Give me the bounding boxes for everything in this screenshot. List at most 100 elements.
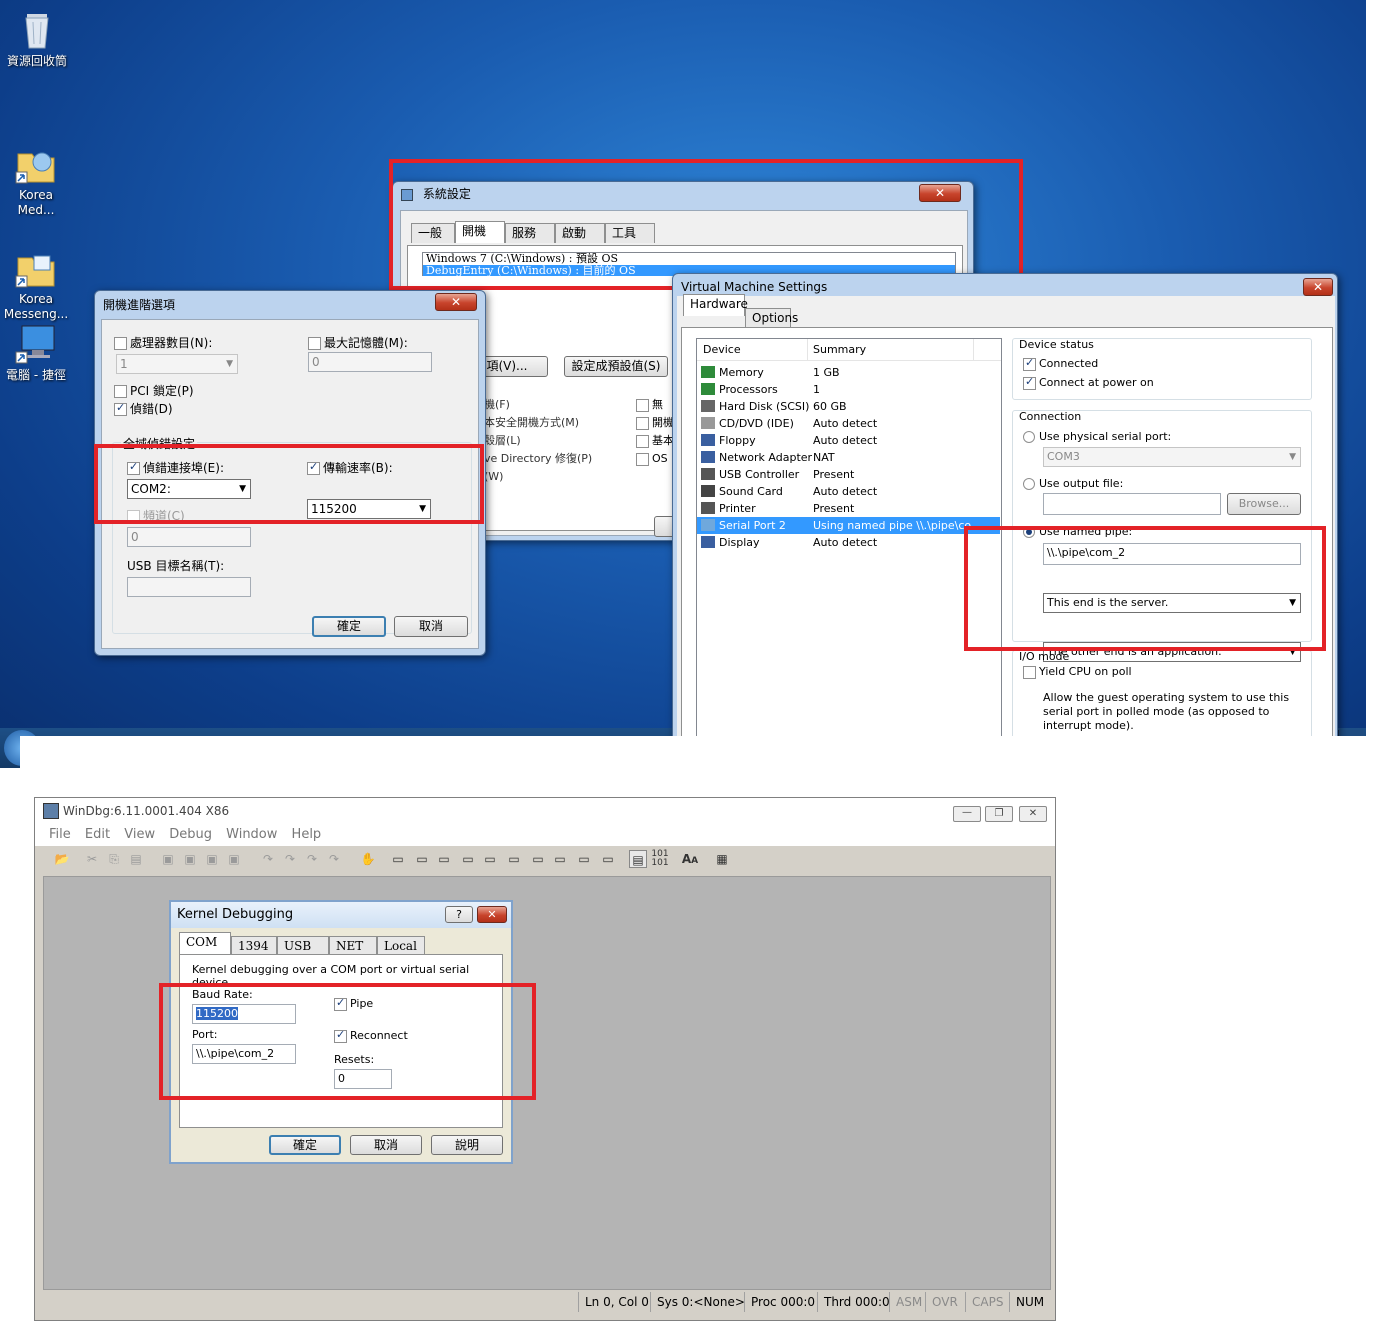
physical-port-radio[interactable] [1023,431,1035,443]
break-icon[interactable]: ▣ [225,850,243,868]
step-out-icon[interactable]: ↷ [303,850,321,868]
restart-icon[interactable]: ▣ [181,850,199,868]
device-row[interactable]: Network Adapter NAT [697,449,1000,466]
device-row[interactable]: USB Controller Present [697,466,1000,483]
step-over-icon[interactable]: ↷ [281,850,299,868]
channel-spinner[interactable]: 0 [127,527,251,547]
source-mode-icon[interactable]: ▭ [599,850,617,868]
output-file-radio[interactable] [1023,478,1035,490]
copy-icon[interactable]: ⎘ [105,850,123,868]
tab-usb[interactable]: USB 2.0 [277,936,329,972]
menu-view[interactable]: View [124,827,155,842]
options-icon[interactable]: ▦ [713,850,731,868]
restore-button[interactable]: ❐ [985,806,1013,822]
pci-lock-checkbox[interactable] [114,385,127,398]
close-button[interactable]: ✕ [435,293,477,311]
device-row[interactable]: Display Auto detect [697,534,1000,551]
connect-at-power-on-checkbox[interactable] [1023,375,1036,390]
max-mem-label: 最大記憶體(M): [324,336,408,350]
menu-file[interactable]: File [49,827,71,842]
max-mem-spinner[interactable]: 0 [308,352,432,372]
cancel-button[interactable]: 取消 [394,616,468,637]
output-file-field[interactable] [1043,493,1221,515]
locals-window-icon[interactable]: ▭ [435,850,453,868]
num-procs-select[interactable]: 1 ▼ [116,354,238,374]
no-gui-checkbox[interactable] [636,398,649,412]
device-row[interactable]: Hard Disk (SCSI) 60 GB [697,398,1000,415]
hand-icon[interactable]: ✋ [359,850,377,868]
tab-1394[interactable]: 1394 [231,936,277,956]
checkbox-label: 無 [652,398,663,411]
disassembly-window-icon[interactable]: ▭ [529,850,547,868]
run-to-cursor-icon[interactable]: ↷ [325,850,343,868]
menu-edit[interactable]: Edit [85,827,110,842]
stop-icon[interactable]: ▣ [203,850,221,868]
tab-local[interactable]: Local [377,936,425,956]
usb-target-label: USB 目標名稱(T): [127,559,225,573]
paste-icon[interactable]: ▤ [127,850,145,868]
cut-icon[interactable]: ✂ [83,850,101,868]
ok-button[interactable]: 確定 [269,1135,341,1155]
watch-window-icon[interactable]: ▭ [413,850,431,868]
close-button[interactable]: ✕ [1303,278,1333,296]
device-summary: Auto detect [813,536,878,549]
usb-target-field[interactable] [127,577,251,597]
device-row[interactable]: Sound Card Auto detect [697,483,1000,500]
set-default-button[interactable]: 設定成預設值(S) [564,356,668,377]
cancel-button[interactable]: 取消 [350,1135,422,1155]
command-window-icon[interactable]: ▭ [389,850,407,868]
device-row[interactable]: Floppy Auto detect [697,432,1000,449]
tab-net[interactable]: NET [329,936,377,956]
desktop-icon-recycle-bin[interactable]: 資源回收筒 [2,8,72,69]
go-icon[interactable]: ▣ [159,850,177,868]
open-icon[interactable]: 📂 [53,850,71,868]
registers-window-icon[interactable]: ▭ [459,850,477,868]
device-row[interactable]: Memory 1 GB [697,364,1000,381]
chevron-down-icon: ▼ [1289,452,1296,462]
desktop-icon-korea-messenger[interactable]: Korea Messeng... [1,216,71,337]
menu-debug[interactable]: Debug [169,827,212,842]
hex-mode-icon[interactable]: 101 101 [651,850,669,868]
scratch-pad-icon[interactable]: ▭ [551,850,569,868]
tab-com[interactable]: COM [179,932,231,954]
yield-cpu-checkbox[interactable] [1023,665,1036,679]
connected-checkbox[interactable] [1023,356,1036,371]
ok-button[interactable]: 確定 [312,616,386,637]
close-button[interactable]: ✕ [477,906,507,923]
max-mem-checkbox[interactable] [308,337,321,350]
num-procs-checkbox[interactable] [114,337,127,350]
harddisk-icon [701,400,715,412]
help-button[interactable]: 說明 [431,1135,503,1155]
browse-button[interactable]: Browse... [1227,493,1301,515]
base-video-checkbox[interactable] [636,434,649,448]
boot-log-checkbox[interactable] [636,416,649,430]
menu-help[interactable]: Help [292,827,322,842]
tab-options[interactable]: Options [745,308,798,328]
device-name: Network Adapter [719,451,813,464]
device-row[interactable]: Serial Port 2 Using named pipe \\.\pipe\c… [697,517,1000,534]
column-divider [807,339,808,361]
font-icon[interactable]: AA [681,850,699,868]
desktop-icon-korea-med[interactable]: Korea Med... [1,112,71,233]
column-header-device[interactable]: Device [703,339,741,361]
memory-window-icon[interactable]: ▭ [481,850,499,868]
callstack-window-icon[interactable]: ▭ [505,850,523,868]
help-icon[interactable]: ? [445,906,473,923]
device-row[interactable]: CD/DVD (IDE) Auto detect [697,415,1000,432]
debug-checkbox[interactable] [114,401,127,416]
device-row[interactable]: Printer Present [697,500,1000,517]
source-toggle-icon[interactable]: ▤ [629,850,647,868]
device-row[interactable]: Processors 1 [697,381,1000,398]
desktop-icon-computer[interactable]: 電腦 - 捷徑 [1,322,71,383]
menu-window[interactable]: Window [226,827,277,842]
physical-port-select[interactable]: COM3 ▼ [1043,447,1301,467]
column-header-summary[interactable]: Summary [813,339,866,361]
step-into-icon[interactable]: ↷ [259,850,277,868]
minimize-button[interactable]: — [953,806,981,822]
close-button[interactable]: ✕ [1019,806,1047,822]
device-list[interactable]: Device Summary Memory 1 GB Processors 1 Hard… [696,338,1002,748]
cdrom-icon [701,417,715,429]
tab-hardware[interactable]: Hardware [683,294,748,316]
os-info-checkbox[interactable] [636,452,649,466]
processes-window-icon[interactable]: ▭ [575,850,593,868]
